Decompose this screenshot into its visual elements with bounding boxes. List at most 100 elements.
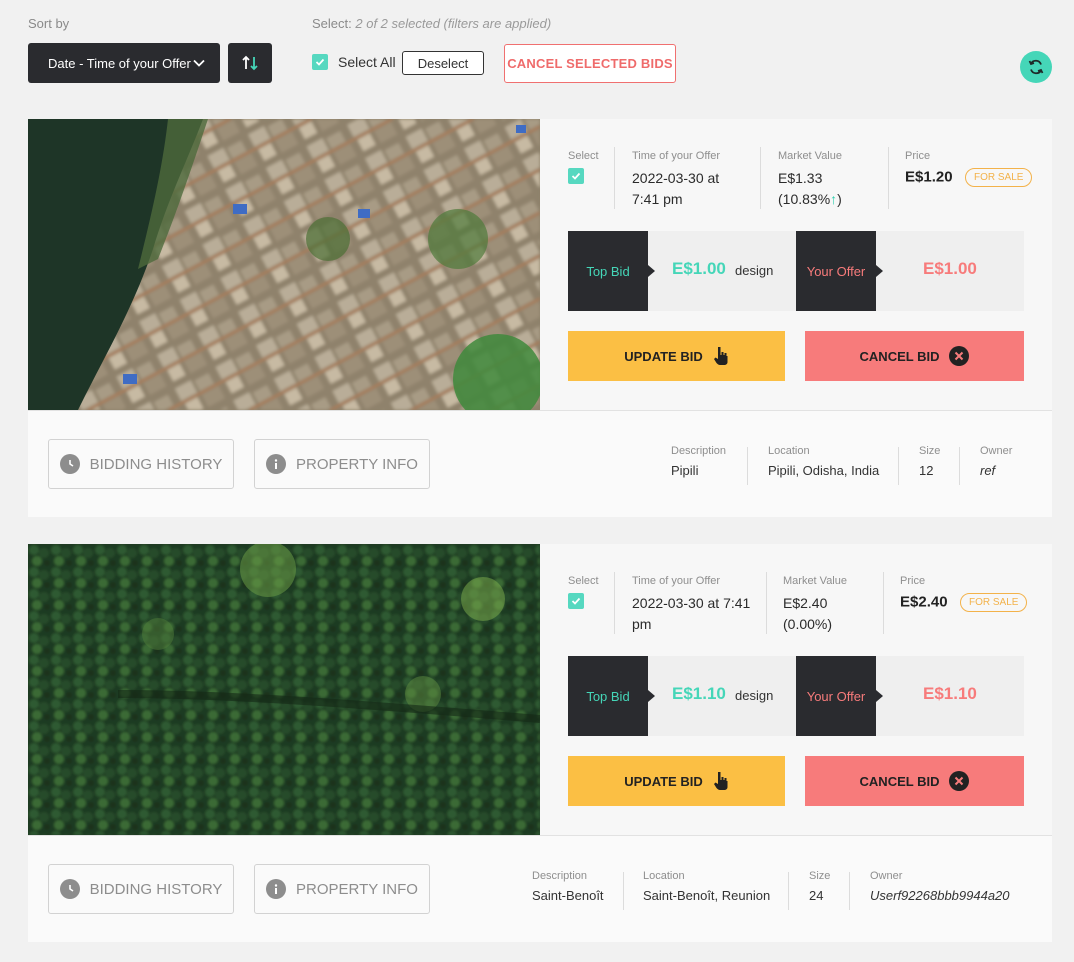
info-icon [266,454,286,474]
bid-details-panel: Select Time of your Offer 2022-03-30 at … [540,119,1052,410]
price-value: E$2.40 [900,593,948,611]
description-column: Description Saint-Benoît [532,870,604,903]
pointing-hand-icon [713,772,728,790]
select-label: Select [568,150,599,162]
location-label: Location [768,445,810,457]
your-offer-amount: E$1.10 [923,684,977,703]
update-bid-label: UPDATE BID [624,773,703,789]
divider [849,872,850,910]
select-column: Select [568,575,599,611]
property-info-label: PROPERTY INFO [296,455,418,473]
location-column: Location Pipili, Odisha, India [768,445,879,478]
size-value: 24 [809,888,824,903]
price-column: Price E$2.40 FOR SALE [900,575,1028,612]
check-icon [571,597,581,605]
info-icon [266,879,286,899]
select-label: Select [568,575,599,587]
market-change-percent: (10.83% [778,191,831,207]
price-value: E$1.20 [905,168,953,186]
owner-label: Owner [980,445,1013,457]
description-label: Description [671,445,727,457]
market-value-label: Market Value [783,575,847,587]
divider [614,147,615,209]
time-of-offer-line2: 7:41 pm [632,191,683,207]
card-select-checkbox[interactable] [568,168,584,184]
owner-value: ref [980,463,996,478]
card-footer: BIDDING HISTORY PROPERTY INFO Descriptio… [28,410,1052,517]
pointing-hand-icon [713,347,728,365]
top-bid-amount: E$1.10 [672,684,726,703]
time-of-offer-column: Time of your Offer 2022-03-30 at 7:41 pm [632,575,750,635]
market-value-column: Market Value E$1.33 (10.83%↑) [778,150,842,210]
clock-icon [59,454,80,474]
select-all-label: Select All [338,54,396,70]
time-of-offer-line1: 2022-03-30 at [632,170,720,186]
sort-dropdown-value: Date - Time of your Offer [48,55,191,71]
location-value: Saint-Benoît, Reunion [643,888,771,903]
divider [888,147,889,209]
market-change-close: ) [837,191,842,207]
bidding-history-button[interactable]: BIDDING HISTORY [48,439,234,489]
cancel-selected-bids-button[interactable]: CANCEL SELECTED BIDS [504,44,676,83]
bidding-history-button[interactable]: BIDDING HISTORY [48,864,234,914]
time-of-offer-line2: pm [632,616,652,632]
update-bid-button[interactable]: UPDATE BID [568,331,785,381]
urban-satellite-image [28,119,540,410]
property-info-button[interactable]: PROPERTY INFO [254,864,430,914]
location-column: Location Saint-Benoît, Reunion [643,870,770,903]
price-label: Price [900,575,926,587]
select-prefix: Select: [312,16,352,31]
sort-dropdown[interactable]: Date - Time of your Offer [28,43,220,83]
property-image [28,544,540,835]
sort-arrows-icon [242,55,258,71]
divider [788,872,789,910]
divider [614,572,615,634]
sort-by-label: Sort by [28,16,70,31]
time-of-offer-label: Time of your Offer [632,575,721,587]
time-of-offer-label: Time of your Offer [632,150,721,162]
your-offer-label: Your Offer [796,231,883,311]
divider [760,147,761,209]
select-all-checkbox[interactable] [312,54,328,70]
cancel-bid-label: CANCEL BID [859,773,940,789]
property-info-button[interactable]: PROPERTY INFO [254,439,430,489]
description-value: Saint-Benoît [532,888,604,903]
for-sale-badge: FOR SALE [965,168,1033,187]
time-of-offer-column: Time of your Offer 2022-03-30 at 7:41 pm [632,150,720,210]
bidding-history-label: BIDDING HISTORY [89,455,223,473]
forest-satellite-image [28,544,540,835]
close-circle-icon [949,771,970,791]
update-bid-button[interactable]: UPDATE BID [568,756,785,806]
bid-card: Select Time of your Offer 2022-03-30 at … [28,544,1052,942]
divider [623,872,624,910]
divider [959,447,960,485]
price-column: Price E$1.20 FOR SALE [905,150,1033,187]
market-value: E$2.40 [783,595,828,611]
top-bid-design: design [735,688,774,703]
market-value-column: Market Value E$2.40 (0.00%) [783,575,847,635]
owner-value: Userf92268bbb9944a20 [870,888,1010,903]
size-column: Size 12 [919,445,940,478]
bid-details-panel: Select Time of your Offer 2022-03-30 at … [540,544,1052,835]
divider [766,572,767,634]
bid-card: Select Time of your Offer 2022-03-30 at … [28,119,1052,517]
update-bid-label: UPDATE BID [624,348,703,364]
deselect-button[interactable]: Deselect [402,51,484,75]
cancel-bid-button[interactable]: CANCEL BID [805,331,1024,381]
market-change: (10.83%↑) [778,189,842,210]
divider [883,572,884,634]
card-select-checkbox[interactable] [568,593,584,609]
select-all-control[interactable]: Select All [312,54,396,70]
refresh-button[interactable] [1020,51,1052,83]
property-image [28,119,540,410]
select-status-text: 2 of 2 selected (filters are applied) [355,16,552,31]
refresh-icon [1028,59,1044,75]
market-value-label: Market Value [778,150,842,162]
sort-direction-button[interactable] [228,43,272,83]
description-label: Description [532,870,588,882]
owner-label: Owner [870,870,903,882]
top-bid-amount: E$1.00 [672,259,726,278]
select-column: Select [568,150,599,186]
top-bid-label: Top Bid [568,656,655,736]
cancel-bid-button[interactable]: CANCEL BID [805,756,1024,806]
